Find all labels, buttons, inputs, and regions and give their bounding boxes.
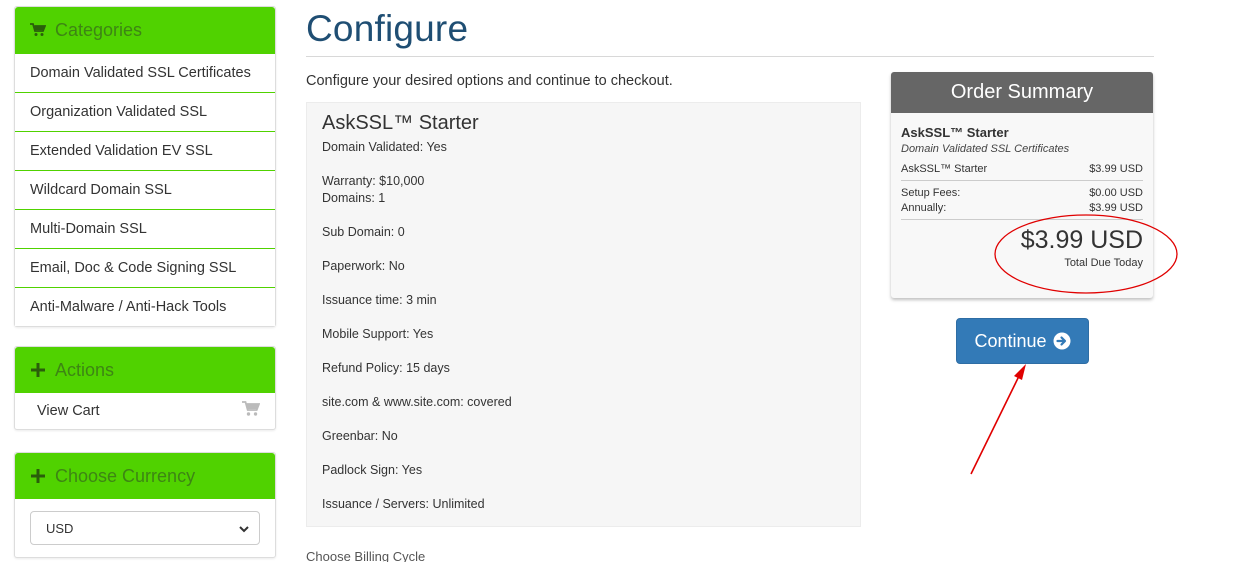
shopping-cart-icon: [29, 21, 47, 39]
summary-product-name: AskSSL™ Starter: [901, 125, 1009, 140]
order-summary-title: Order Summary: [891, 72, 1153, 113]
total-due-label: Total Due Today: [1064, 257, 1143, 269]
cart-icon: [242, 401, 261, 421]
total-due-amount: $3.99 USD: [1020, 226, 1143, 254]
product-details: AskSSL™ Starter Domain Validated: Yes Wa…: [306, 102, 861, 527]
annually-label: Annually:: [901, 202, 947, 214]
feature-greenbar: Greenbar: No: [322, 429, 398, 443]
intro-text: Configure your desired options and conti…: [306, 73, 673, 89]
order-summary: Order Summary AskSSL™ Starter Domain Val…: [891, 72, 1153, 298]
currency-panel: Choose Currency USD: [14, 452, 276, 558]
category-item-anti-malware[interactable]: Anti-Malware / Anti-Hack Tools: [15, 287, 275, 326]
currency-header: Choose Currency: [15, 453, 275, 499]
feature-domain-validated: Domain Validated: Yes: [322, 140, 447, 154]
category-item-extended-validation[interactable]: Extended Validation EV SSL: [15, 131, 275, 170]
category-item-email-doc-code[interactable]: Email, Doc & Code Signing SSL: [15, 248, 275, 287]
billing-cycle-label: Choose Billing Cycle: [306, 549, 426, 562]
category-item-organization-validated[interactable]: Organization Validated SSL: [15, 92, 275, 131]
view-cart-link[interactable]: View Cart: [15, 393, 275, 429]
chevron-down-icon: [239, 521, 249, 536]
feature-refund-policy: Refund Policy: 15 days: [322, 361, 450, 375]
page-title: Configure: [306, 8, 469, 49]
currency-title: Choose Currency: [55, 465, 196, 486]
feature-paperwork: Paperwork: No: [322, 259, 405, 273]
line-item-value: $3.99 USD: [1089, 163, 1143, 175]
continue-button[interactable]: Continue: [956, 318, 1089, 364]
setup-fees-value: $0.00 USD: [1089, 187, 1143, 199]
summary-product-category: Domain Validated SSL Certificates: [901, 143, 1070, 155]
feature-sub-domain: Sub Domain: 0: [322, 225, 405, 239]
setup-fees-label: Setup Fees:: [901, 187, 961, 199]
currency-select[interactable]: USD: [30, 511, 260, 545]
feature-domains: Domains: 1: [322, 191, 386, 205]
feature-site-coverage: site.com & www.site.com: covered: [322, 395, 512, 409]
feature-issuance-servers: Issuance / Servers: Unlimited: [322, 497, 485, 511]
categories-header: Categories: [15, 7, 275, 53]
order-summary-body: AskSSL™ Starter Domain Validated SSL Cer…: [891, 113, 1153, 269]
summary-line-item: AskSSL™ Starter $3.99 USD: [901, 163, 1143, 175]
actions-panel: Actions View Cart: [14, 346, 276, 430]
annotation-arrow-head: [1014, 364, 1026, 380]
categories-title: Categories: [55, 19, 143, 40]
actions-title: Actions: [55, 359, 115, 380]
plus-icon: [29, 361, 47, 379]
view-cart-label: View Cart: [37, 403, 100, 419]
category-item-multi-domain[interactable]: Multi-Domain SSL: [15, 209, 275, 248]
product-name: AskSSL™ Starter: [322, 112, 479, 134]
summary-setup-fees: Setup Fees: $0.00 USD: [901, 187, 1143, 199]
line-item-label: AskSSL™ Starter: [901, 163, 988, 175]
feature-warranty: Warranty: $10,000: [322, 174, 425, 188]
arrow-circle-right-icon: [1053, 332, 1071, 350]
continue-label: Continue: [974, 330, 1047, 351]
currency-body: USD: [15, 499, 275, 557]
summary-divider: [901, 180, 1143, 181]
feature-mobile-support: Mobile Support: Yes: [322, 327, 434, 341]
currency-selected-value: USD: [46, 520, 74, 536]
annotation-arrow-line: [970, 373, 1021, 475]
summary-annually: Annually: $3.99 USD: [901, 202, 1143, 214]
categories-panel: Categories Domain Validated SSL Certific…: [14, 6, 276, 327]
plus-icon: [29, 467, 47, 485]
title-divider: [306, 56, 1154, 57]
category-item-wildcard[interactable]: Wildcard Domain SSL: [15, 170, 275, 209]
summary-divider: [901, 219, 1143, 220]
feature-issuance-time: Issuance time: 3 min: [322, 293, 437, 307]
actions-header: Actions: [15, 347, 275, 393]
annually-value: $3.99 USD: [1089, 202, 1143, 214]
feature-padlock-sign: Padlock Sign: Yes: [322, 463, 423, 477]
category-item-domain-validated[interactable]: Domain Validated SSL Certificates: [15, 53, 275, 92]
